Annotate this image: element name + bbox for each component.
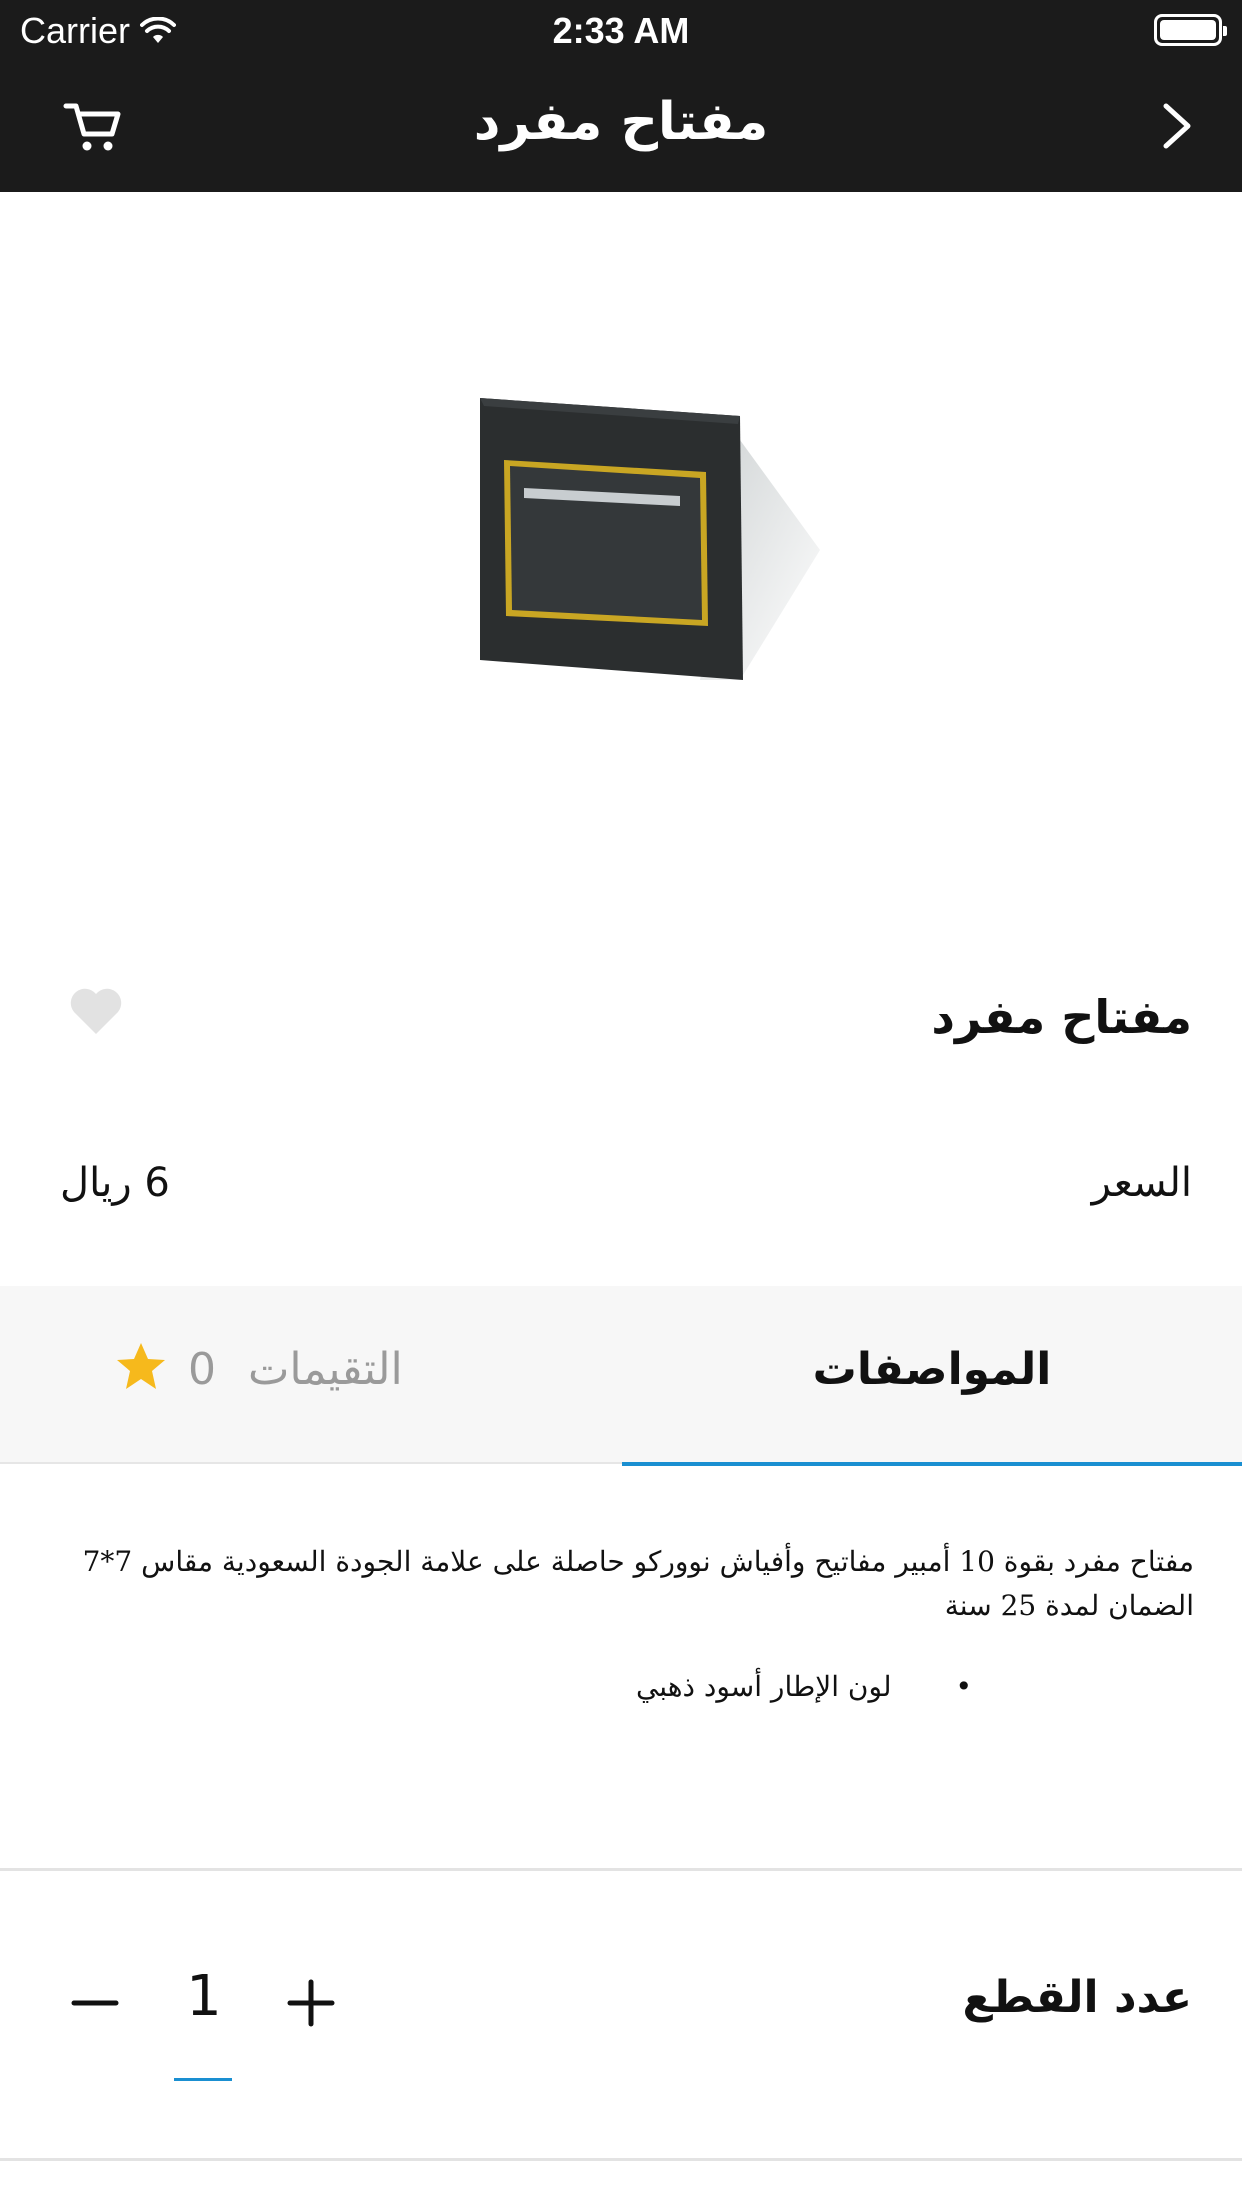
active-tab-indicator [622,1462,1242,1466]
star-icon [117,1343,165,1389]
price-value: 6 ريال [60,1160,170,1206]
page-title: مفتاح مفرد [473,92,769,152]
product-description: مفتاح مفرد بقوة 10 أمبير مفاتيح وأفياش ن… [82,1545,1194,1622]
tab-reviews-label: التقيمات [248,1344,403,1395]
tab-bar: المواصفات التقيمات 0 [0,1286,1242,1466]
divider [0,1868,1242,1871]
status-bar: Carrier 2:33 AM [0,0,1242,62]
divider [0,2158,1242,2161]
quantity-label: عدد القطع [962,1972,1192,2023]
description-bullet: • لون الإطار أسود ذهبي [636,1670,972,1703]
product-name: مفتاح مفرد [931,990,1192,1044]
tab-reviews[interactable]: التقيمات 0 [0,1286,620,1464]
product-image [480,398,820,680]
quantity-value[interactable]: 1 [180,1964,228,2029]
navigation-bar: Carrier 2:33 AM مفتاح مفرد [0,0,1242,192]
clock: 2:33 AM [552,10,690,51]
tab-specifications-label: المواصفات [812,1344,1052,1395]
plus-icon[interactable] [286,1976,336,2030]
battery-icon [1154,14,1227,46]
bullet-text: لون الإطار أسود ذهبي [635,1670,892,1703]
reviews-count: 0 [188,1344,216,1395]
chevron-right-icon[interactable] [1152,96,1202,156]
minus-icon[interactable] [70,1978,120,2028]
heart-icon[interactable] [68,984,124,1036]
price-label: السعر [1091,1160,1192,1206]
quantity-underline [174,2078,232,2081]
tab-specifications[interactable]: المواصفات [622,1286,1242,1466]
bullet-mark: • [955,1670,972,1703]
